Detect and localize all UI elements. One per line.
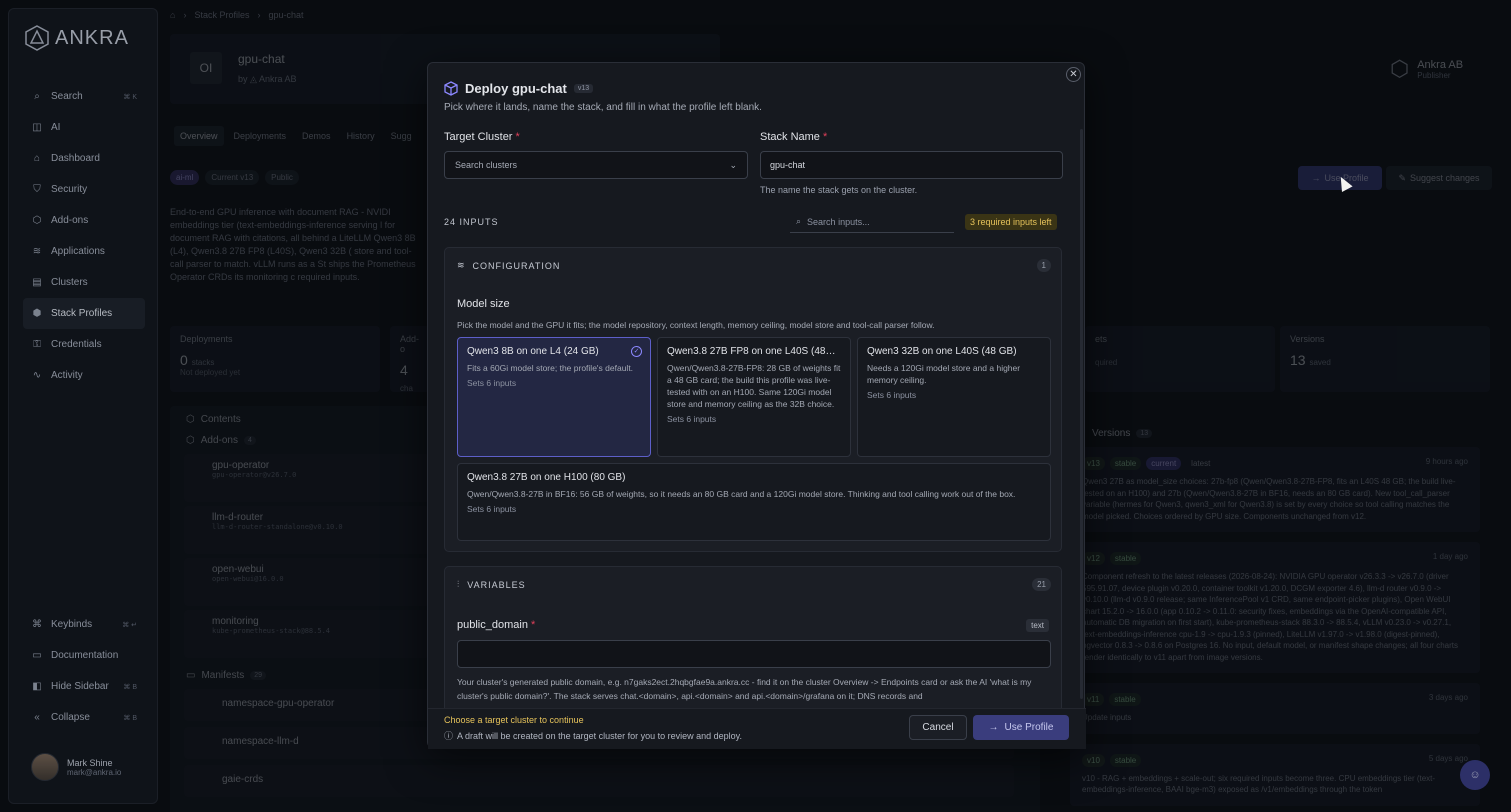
option-title: Qwen3.8 27B on one H100 (80 GB) [467,472,626,483]
model-option-qwen3-32b[interactable]: Qwen3 32B on one L40S (48 GB) Needs a 12… [857,337,1051,457]
draft-info: ⓘ A draft will be created on the target c… [444,729,742,742]
search-inputs-field[interactable]: ⌕ Search inputs... [790,211,954,233]
field-label: Stack Name [760,131,820,143]
count-badge: 1 [1036,259,1051,272]
chevron-down-icon: ⌄ [729,159,737,170]
option-sets: Sets 6 inputs [467,504,517,514]
version-badge: v13 [573,84,594,93]
model-size-label: Model size [457,298,510,310]
model-option-qwen3-8b[interactable]: Qwen3 8B on one L4 (24 GB) Fits a 60Gi m… [457,337,651,457]
public-domain-input[interactable] [457,640,1051,668]
cancel-button[interactable]: Cancel [909,715,967,740]
option-sets: Sets 6 inputs [467,378,517,388]
model-size-description: Pick the model and the GPU it fits; the … [457,320,935,330]
field-label: Target Cluster [444,131,513,143]
check-circle-icon: ✓ [631,346,642,357]
model-option-qwen38-27b-fp8[interactable]: Qwen3.8 27B FP8 on one L40S (48… Qwen/Qw… [657,337,851,457]
type-badge: text [1026,619,1049,632]
field-label: public_domain [457,619,528,631]
configuration-panel: ≋ CONFIGURATION 1 Model size Pick the mod… [444,247,1062,552]
panel-title: VARIABLES [467,579,526,590]
modal-title-text: Deploy gpu-chat [465,81,567,96]
button-label: Use Profile [1004,722,1054,733]
required-mark: * [531,619,536,631]
public-domain-description: Your cluster's generated public domain, … [457,677,1032,701]
modal-body[interactable]: Target Cluster * Stack Name * Search clu… [428,123,1086,708]
stack-name-label: Stack Name * [760,131,827,143]
package-icon [444,81,458,96]
panel-title: CONFIGURATION [472,260,561,271]
target-cluster-label: Target Cluster * [444,131,520,143]
required-mark: * [515,131,520,143]
option-description: Needs a 120Gi model store and a higher m… [867,363,1021,385]
chat-assistant-button[interactable]: ☺ [1460,760,1490,790]
option-description: Fits a 60Gi model store; the profile's d… [467,363,634,373]
info-text: A draft will be created on the target cl… [457,730,743,741]
option-title: Qwen3 8B on one L4 (24 GB) [467,346,599,357]
inputs-count: 24 INPUTS [444,217,499,227]
modal-scrollbar[interactable] [1080,129,1083,699]
option-title: Qwen3.8 27B FP8 on one L40S (48… [667,346,836,357]
app-root: ANKRA ⌕ Search ⌘ K ◫ AI ⌂ Dashboard ⛉ Securit… [0,0,1511,812]
layers-icon: ≋ [457,260,466,270]
count-badge: 21 [1032,578,1051,591]
variables-header[interactable]: ⫶ VARIABLES [457,579,526,590]
option-sets: Sets 6 inputs [867,390,917,400]
bot-icon: ☺ [1469,769,1481,781]
modal-footer: Choose a target cluster to continue ⓘ A d… [428,708,1086,749]
search-icon: ⌕ [796,216,802,226]
required-mark: * [822,131,828,143]
search-placeholder: Search inputs... [807,216,870,227]
public-domain-label: public_domain * [457,619,535,631]
model-option-qwen38-27b-h100[interactable]: Qwen3.8 27B on one H100 (80 GB) Qwen/Qwe… [457,463,1051,541]
stack-name-input[interactable]: gpu-chat [760,151,1063,179]
option-description: Qwen/Qwen3.8-27B in BF16: 56 GB of weigh… [467,489,1016,499]
option-sets: Sets 6 inputs [667,414,717,424]
cluster-warning: Choose a target cluster to continue [444,715,584,725]
target-cluster-select[interactable]: Search clusters ⌄ [444,151,748,179]
option-title: Qwen3 32B on one L40S (48 GB) [867,346,1017,357]
info-icon: ⓘ [444,731,454,741]
sliders-icon: ⫶ [457,579,461,589]
modal-subtitle: Pick where it lands, name the stack, and… [444,102,762,113]
close-button[interactable]: ✕ [1066,67,1081,82]
option-description: Qwen/Qwen3.8-27B-FP8: 28 GB of weights f… [667,363,841,409]
configuration-header[interactable]: ≋ CONFIGURATION [457,260,560,271]
deploy-modal: ✕ Deploy gpu-chat v13 Pick where it land… [427,62,1086,749]
variables-panel: ⫶ VARIABLES 21 public_domain * text Your … [444,566,1062,708]
select-placeholder: Search clusters [455,160,518,170]
arrow-right-icon: → [988,722,999,733]
required-inputs-badge: 3 required inputs left [965,214,1057,230]
close-icon: ✕ [1069,69,1078,80]
modal-title: Deploy gpu-chat v13 [444,81,594,96]
use-profile-submit-button[interactable]: → Use Profile [973,715,1069,740]
stack-name-hint: The name the stack gets on the cluster. [760,185,918,195]
